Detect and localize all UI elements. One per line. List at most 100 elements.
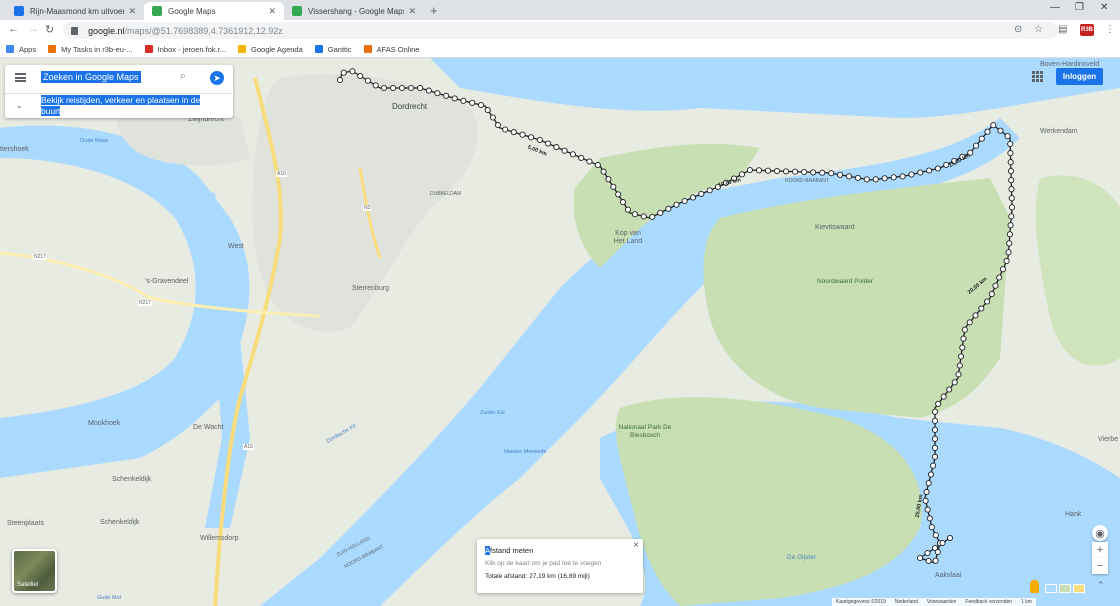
route-point <box>881 175 888 182</box>
directions-icon[interactable]: ➤ <box>210 71 224 85</box>
route-point <box>1008 213 1015 220</box>
route-point <box>689 194 697 201</box>
route-point <box>357 72 364 80</box>
bookmark-google-agenda[interactable]: Google Agenda <box>238 45 303 54</box>
map-canvas[interactable]: Dordrecht Zwijndrecht Boven-Hardinxveld … <box>0 58 1120 606</box>
doc-icon <box>14 6 24 16</box>
zoom-in-button[interactable]: + <box>1092 542 1108 558</box>
bookmark-inbox[interactable]: Inbox - jeroen.fok.r... <box>144 45 226 54</box>
afas-icon <box>363 45 372 53</box>
route-point <box>706 187 713 194</box>
label-boven-hardinxveld: Boven-Hardinxveld <box>1040 61 1100 68</box>
search-panel: Zoeken in Google Maps ⌕ ➤ ⌄ Bekijk reist… <box>5 65 233 118</box>
route-point <box>988 290 995 298</box>
expand-icon[interactable]: ⌃ <box>1097 580 1105 591</box>
tasks-icon <box>48 45 57 53</box>
park-east <box>1035 175 1120 366</box>
window-close-icon[interactable]: ✕ <box>1100 2 1108 13</box>
copyright-text: Kaartgegevens ©2019 <box>836 599 886 605</box>
route-point <box>640 213 647 220</box>
route-point <box>528 134 535 141</box>
route-point <box>926 515 933 522</box>
route-point <box>619 199 627 206</box>
close-icon[interactable]: ✕ <box>268 6 276 17</box>
satellite-toggle[interactable]: Satelliet <box>12 549 57 593</box>
satellite-label: Satelliet <box>17 582 39 588</box>
pegman-icon[interactable] <box>1030 580 1039 593</box>
google-apps-icon[interactable] <box>1032 71 1043 82</box>
search-input[interactable]: Zoeken in Google Maps <box>41 71 141 83</box>
route-point <box>615 191 622 198</box>
location-icon[interactable]: ⊙ <box>1014 24 1022 35</box>
scale-bar[interactable]: 1 km <box>1021 599 1032 605</box>
route-point <box>1008 204 1016 211</box>
route-point <box>1008 177 1015 184</box>
address-bar[interactable]: google.nl /maps/@51.7698389,4.7361912,12… <box>63 22 1058 39</box>
bookmark-ganttic[interactable]: Ganttic <box>314 45 352 54</box>
route-point <box>673 201 680 208</box>
route-point <box>610 183 617 190</box>
route-point <box>930 462 937 469</box>
country-link[interactable]: Nederland <box>895 599 918 605</box>
star-icon[interactable]: ☆ <box>1034 24 1043 35</box>
route-point <box>489 114 496 121</box>
bookmark-afas[interactable]: AFAS Online <box>363 45 419 54</box>
route-point <box>477 101 485 109</box>
chevron-down-icon[interactable]: ⌄ <box>16 101 23 110</box>
bookmark-my-tasks[interactable]: My Tasks in r3b-eu-... <box>48 45 133 54</box>
terms-link[interactable]: Voorwaarden <box>927 599 956 605</box>
search-icon[interactable]: ⌕ <box>180 70 186 83</box>
route-point <box>956 362 963 369</box>
tab-google-maps[interactable]: Google Maps ✕ <box>144 2 284 20</box>
explore-nearby-link[interactable]: Bekijk reistijden, verkeer en plaatsen i… <box>41 95 209 117</box>
more-menu-icon[interactable]: ⋮ <box>1105 24 1115 35</box>
back-icon[interactable]: ← <box>8 23 19 35</box>
new-tab-button[interactable]: + <box>430 3 438 18</box>
label-schenkeldijk-1: Schenkeldijk <box>112 476 152 483</box>
bookmark-apps[interactable]: Apps <box>6 45 36 54</box>
feedback-link[interactable]: Feedback verzenden <box>965 599 1012 605</box>
route-point <box>984 128 991 135</box>
route-point <box>990 122 997 129</box>
forward-icon[interactable]: → <box>28 23 39 35</box>
route-point <box>924 549 931 557</box>
close-icon[interactable]: × <box>633 540 639 551</box>
zoom-out-button[interactable]: − <box>1092 558 1108 574</box>
route-point <box>845 173 853 180</box>
panel-divider <box>5 93 233 94</box>
route-point <box>738 171 746 178</box>
menu-icon[interactable] <box>15 73 26 82</box>
signin-button[interactable]: Inloggen <box>1056 68 1103 85</box>
route-point <box>932 557 939 564</box>
close-icon[interactable]: ✕ <box>408 6 416 17</box>
route-point <box>925 557 932 564</box>
label-kop-van-het-land: Kop van Het Land <box>613 230 643 245</box>
route-point <box>801 168 808 176</box>
minimize-icon[interactable]: — <box>1050 2 1060 13</box>
route-point <box>494 121 501 129</box>
label-n3: N3 <box>363 205 372 211</box>
map-footer: Kaartgegevens ©2019 Nederland Voorwaarde… <box>832 598 1036 606</box>
route-point <box>469 99 476 106</box>
route-point <box>972 312 979 319</box>
my-location-icon[interactable]: ◉ <box>1092 525 1108 541</box>
extension-icon[interactable]: ▤ <box>1058 24 1067 35</box>
layer-thumbnail-icon[interactable] <box>1045 584 1057 593</box>
close-icon[interactable]: ✕ <box>128 6 136 17</box>
route-point <box>1008 195 1015 202</box>
label-noord-brabant-2: NOORD-BRABANT <box>785 178 829 184</box>
tab-rijn-maasmond[interactable]: Rijn-Maasmond km uitvoer (mc... ✕ <box>6 2 144 20</box>
route-point <box>992 282 999 289</box>
tab-vissershang[interactable]: Vissershang - Google Maps ✕ <box>284 2 424 20</box>
route-point <box>999 266 1006 273</box>
route-point <box>931 408 939 415</box>
route-point <box>890 174 897 181</box>
maps-icon <box>152 6 162 16</box>
layer-thumbnail-icon[interactable] <box>1059 584 1071 593</box>
maximize-icon[interactable]: ❐ <box>1075 2 1084 13</box>
calendar-icon <box>238 45 247 53</box>
profile-avatar[interactable]: R3B <box>1080 24 1094 36</box>
reload-icon[interactable]: ↻ <box>45 23 54 36</box>
route-point <box>960 335 967 342</box>
layer-thumbnail-icon[interactable] <box>1073 584 1085 593</box>
